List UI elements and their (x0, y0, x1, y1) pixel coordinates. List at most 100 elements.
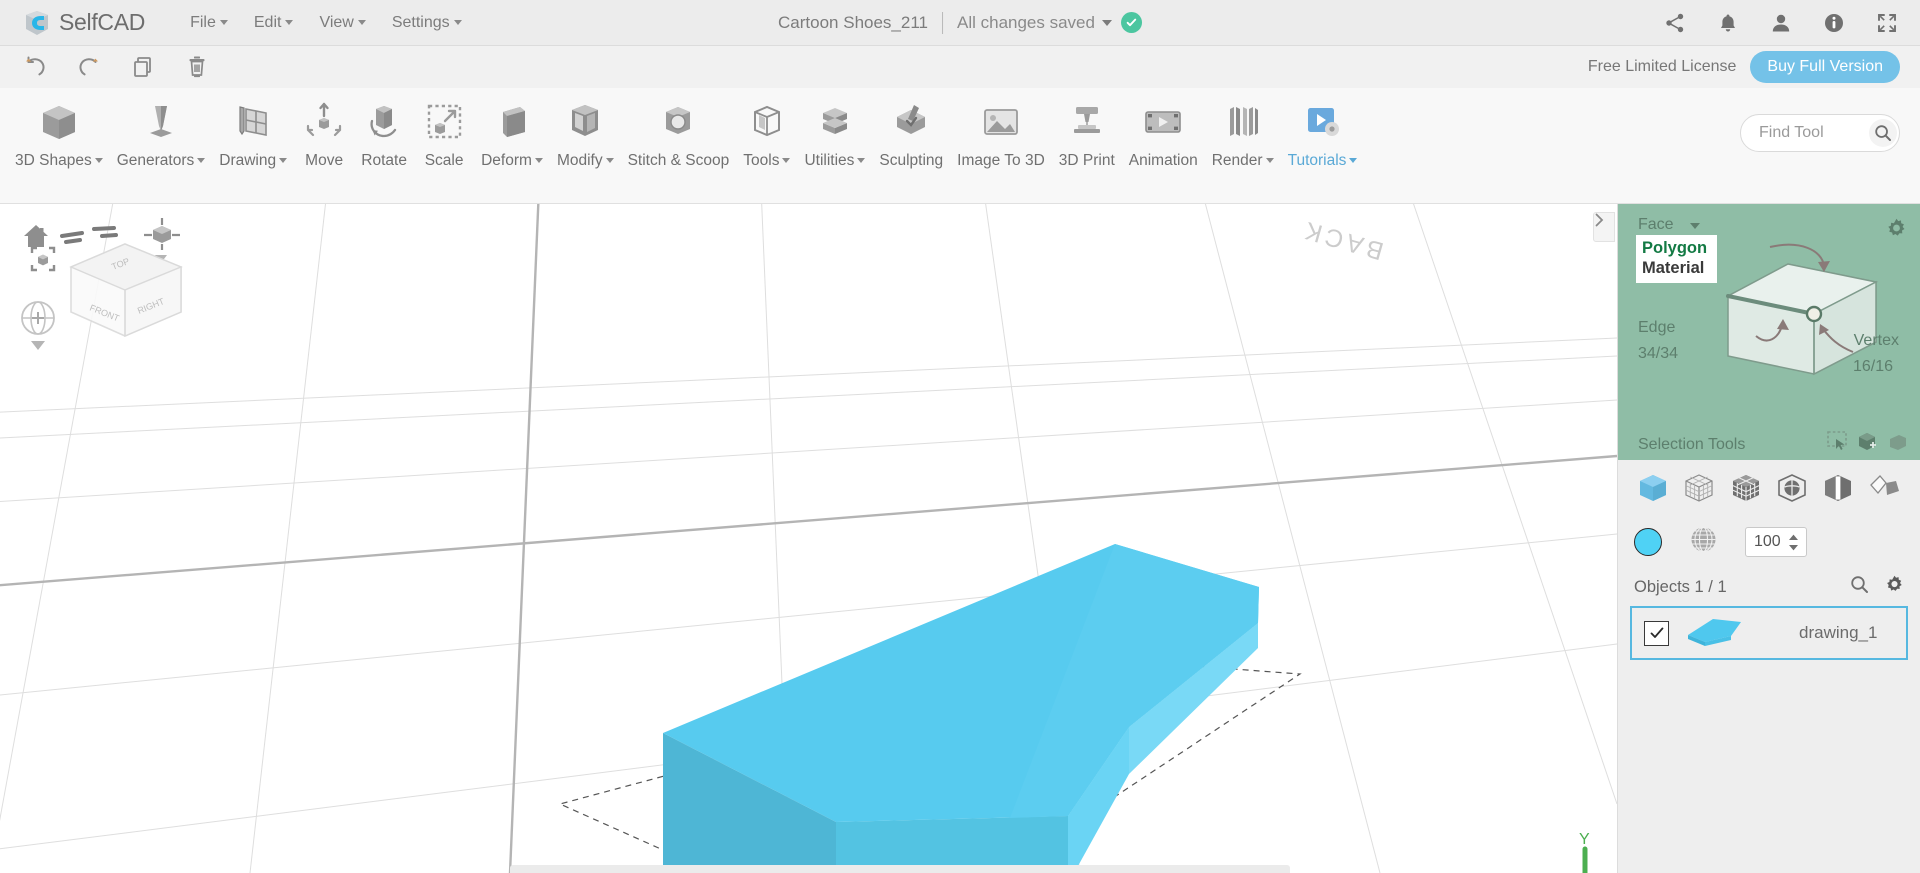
menu-view-label: View (319, 13, 354, 31)
flat-shading-icon[interactable] (1820, 470, 1856, 506)
chevron-down-icon (94, 158, 103, 164)
animation-icon (1140, 96, 1186, 148)
modify-icon (562, 96, 608, 148)
dropdown-option-polygon[interactable]: Polygon (1642, 238, 1707, 258)
delete-trash-icon[interactable] (184, 54, 210, 80)
chevron-down-icon[interactable] (1690, 223, 1700, 229)
find-tool-search[interactable] (1740, 114, 1900, 152)
opacity-input[interactable] (1754, 533, 1788, 551)
box-select-icon[interactable] (1857, 431, 1879, 456)
toolbar-rotate[interactable]: Rotate (354, 88, 414, 170)
objects-panel-header: Objects 1 / 1 (1618, 568, 1920, 606)
viewport-bottom-scrollbar[interactable] (510, 865, 1290, 873)
toolbar-modify[interactable]: Modify (550, 88, 621, 170)
panel-collapse-toggle[interactable] (1593, 212, 1615, 242)
buy-full-version-button[interactable]: Buy Full Version (1750, 51, 1900, 83)
image-to-3d-icon (978, 96, 1024, 148)
menu-file[interactable]: File (177, 10, 241, 36)
chevron-down-icon (1265, 158, 1274, 164)
toolbar-stitch-scoop[interactable]: Stitch & Scoop (621, 88, 737, 170)
objects-list: drawing_1 (1618, 606, 1920, 660)
menu-view[interactable]: View (306, 10, 378, 36)
drawing-pencil-icon (230, 96, 276, 148)
tutorials-play-icon (1299, 96, 1345, 148)
list-item[interactable]: drawing_1 (1630, 606, 1908, 660)
objects-count-label: Objects 1 / 1 (1634, 577, 1727, 596)
material-row (1618, 516, 1920, 568)
toolbar-utilities[interactable]: Utilities (797, 88, 872, 170)
right-panel: Face Polygon Material Edge 34/34 Vertex … (1617, 204, 1920, 873)
objects-actions (1850, 575, 1904, 599)
toolbar-tools[interactable]: Tools (736, 88, 797, 170)
brand-name: SelfCAD (59, 9, 146, 35)
gear-icon[interactable] (1885, 575, 1904, 599)
notifications-bell-icon[interactable] (1717, 12, 1739, 34)
fit-to-view-icon (30, 246, 56, 272)
xray-shading-icon[interactable] (1774, 470, 1810, 506)
solid-shading-icon[interactable] (1635, 470, 1671, 506)
y-axis-label: Y (1579, 831, 1590, 848)
chevron-down-icon (285, 19, 294, 25)
find-tool-input[interactable] (1759, 124, 1869, 142)
toolbar-scale[interactable]: Scale (414, 88, 474, 170)
menu-edit-label: Edit (253, 13, 282, 31)
viewport-canvas[interactable]: BACK (0, 204, 1617, 873)
app-header: SelfCAD File Edit View Settings Cartoon … (0, 0, 1920, 46)
brand-logo[interactable]: SelfCAD (22, 8, 145, 38)
object-name: drawing_1 (1799, 623, 1878, 642)
selection-mode-dropdown[interactable]: Polygon Material (1636, 235, 1718, 284)
copy-icon[interactable] (130, 54, 156, 80)
toolbar-3d-print[interactable]: 3D Print (1052, 88, 1122, 170)
paint-select-icon[interactable] (1887, 431, 1909, 456)
toolbar-utilities-label: Utilities (804, 152, 855, 169)
material-color-swatch[interactable] (1634, 528, 1662, 556)
toolbar-tutorials[interactable]: Tutorials (1281, 88, 1365, 170)
wireframe-shading-icon[interactable] (1681, 470, 1717, 506)
share-icon[interactable] (1664, 12, 1686, 34)
toolbar-image-to-3d[interactable]: Image To 3D (950, 88, 1052, 170)
toolbar-3d-shapes[interactable]: 3D Shapes (8, 88, 110, 170)
toolbar-modify-label: Modify (556, 152, 603, 169)
toolbar-generators[interactable]: Generators (110, 88, 213, 170)
spinner-arrows-icon[interactable] (1788, 534, 1799, 551)
toolbar-drawing[interactable]: Drawing (212, 88, 294, 170)
rotate-icon (361, 96, 407, 148)
edit-tools-group (22, 54, 210, 80)
document-title[interactable]: Cartoon Shoes_211 (778, 13, 928, 33)
opacity-stepper[interactable] (1745, 527, 1807, 557)
menu-edit[interactable]: Edit (241, 10, 307, 36)
chevron-down-icon[interactable] (1101, 19, 1112, 26)
toolbar-deform[interactable]: Deform (474, 88, 550, 170)
stitch-scoop-icon (655, 96, 701, 148)
view-mode-row (1618, 460, 1920, 516)
toolbar-sculpting[interactable]: Sculpting (872, 88, 950, 170)
selection-mode-label[interactable]: Face (1638, 216, 1674, 234)
toolbar-rotate-label: Rotate (361, 152, 407, 169)
selection-mode-panel: Face Polygon Material Edge 34/34 Vertex … (1618, 204, 1920, 460)
toolbar-render[interactable]: Render (1205, 88, 1281, 170)
user-account-icon[interactable] (1770, 12, 1792, 34)
rectangle-select-icon[interactable] (1827, 431, 1849, 456)
dropdown-option-material[interactable]: Material (1642, 258, 1707, 278)
divider (941, 11, 943, 34)
texture-sphere-icon[interactable] (1690, 526, 1717, 558)
object-visibility-checkbox[interactable] (1644, 620, 1669, 646)
search-icon[interactable] (1869, 119, 1897, 147)
redo-icon[interactable] (76, 54, 102, 80)
toolbar-move[interactable]: Move (294, 88, 354, 170)
search-icon[interactable] (1850, 575, 1869, 599)
toolbar-animation[interactable]: Animation (1122, 88, 1205, 170)
unfold-flatten-icon[interactable] (1867, 470, 1903, 506)
edit-toolbar: Free Limited License Buy Full Version (0, 46, 1920, 88)
edge-label: Edge (1638, 319, 1676, 336)
info-icon[interactable] (1823, 12, 1845, 34)
chevron-down-icon (534, 158, 543, 164)
undo-icon[interactable] (22, 54, 48, 80)
toolbar-drawing-label: Drawing (219, 152, 277, 169)
menu-settings[interactable]: Settings (379, 10, 475, 36)
toolbar-3d-shapes-label: 3D Shapes (15, 152, 92, 169)
toolbar-sculpting-label: Sculpting (879, 152, 944, 169)
3d-viewport[interactable]: BACK TOP FRONT RIGHT Y (0, 204, 1617, 873)
fullscreen-icon[interactable] (1876, 12, 1898, 34)
solid-wireframe-icon[interactable] (1728, 470, 1764, 506)
